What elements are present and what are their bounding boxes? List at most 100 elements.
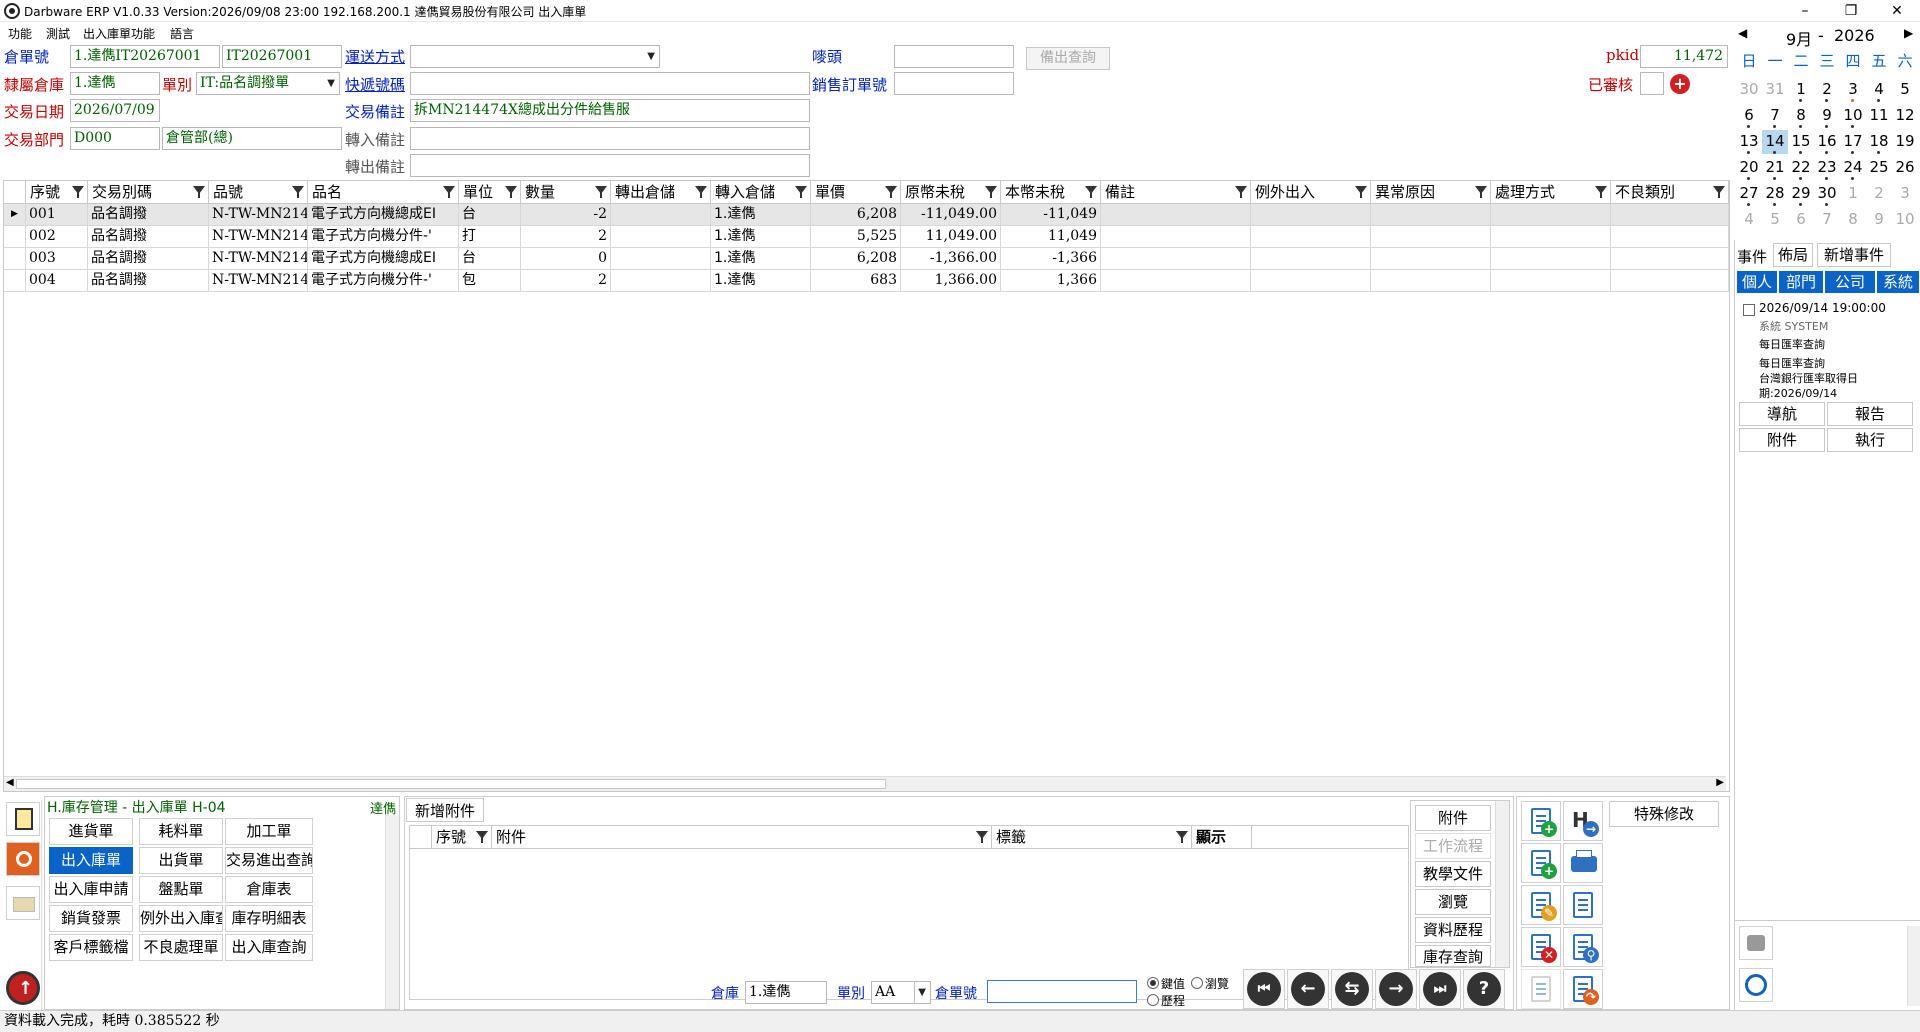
- module-trade-io-query-button[interactable]: 交易進出查詢: [225, 847, 313, 874]
- ship-method-select[interactable]: ▼: [410, 45, 660, 68]
- grid-cell[interactable]: 1,366: [1001, 270, 1101, 292]
- filter-icon[interactable]: [595, 186, 607, 198]
- calendar-day[interactable]: 10: [1840, 104, 1866, 128]
- layout-button[interactable]: 佈局: [1773, 243, 1813, 267]
- grid-cell[interactable]: 1,366.00: [901, 270, 1001, 292]
- new-document-icon[interactable]: +: [1521, 801, 1561, 841]
- scroll-left-icon[interactable]: ◀: [6, 777, 14, 788]
- detail-grid[interactable]: 序號 交易別碼 品號 品名 單位 數量 轉出倉儲 轉入倉儲 單價 原幣未稅 本幣…: [3, 180, 1730, 792]
- navigate-button[interactable]: 導航: [1739, 402, 1825, 426]
- doc-type-select[interactable]: IT:品名調撥單 ▼: [196, 72, 340, 95]
- calendar-day[interactable]: 7: [1814, 208, 1840, 232]
- calendar-day[interactable]: 22: [1788, 156, 1814, 180]
- grid-cell[interactable]: [1251, 248, 1371, 270]
- search-document-icon[interactable]: ⚲: [1563, 927, 1603, 967]
- grid-cell[interactable]: 1.達儁: [711, 270, 811, 292]
- grid-cell[interactable]: 6,208: [811, 204, 901, 226]
- calendar-day[interactable]: 1: [1788, 78, 1814, 102]
- copy-document-icon[interactable]: +: [1521, 843, 1561, 883]
- row-indicator-icon[interactable]: ▶: [4, 204, 26, 226]
- filter-icon[interactable]: [976, 831, 988, 843]
- filter-icon[interactable]: [443, 186, 455, 198]
- filter-icon[interactable]: [1595, 186, 1607, 198]
- stock-query-button[interactable]: 庫存查詢: [1415, 945, 1491, 967]
- col-header-orig-untaxed[interactable]: 原幣未稅: [901, 181, 1001, 204]
- reviewed-checkbox[interactable]: [1640, 72, 1664, 95]
- grid-cell[interactable]: [611, 270, 711, 292]
- next-record-button[interactable]: →: [1375, 969, 1417, 1009]
- scroll-right-icon[interactable]: ▶: [1716, 777, 1724, 788]
- add-attachment-button[interactable]: 新增附件: [406, 798, 484, 822]
- calendar-day[interactable]: 13: [1736, 130, 1762, 154]
- grid-cell[interactable]: [1371, 248, 1491, 270]
- scrollbar-thumb[interactable]: [16, 779, 886, 789]
- slogan-field[interactable]: [894, 45, 1014, 68]
- browse-button[interactable]: 瀏覽: [1415, 889, 1491, 915]
- grid-cell[interactable]: 打: [459, 226, 521, 248]
- calendar-day[interactable]: 2: [1866, 182, 1892, 206]
- special-edit-button[interactable]: 特殊修改: [1609, 801, 1719, 827]
- edit-document-icon[interactable]: ✎: [1521, 885, 1561, 925]
- col-header-unit[interactable]: 單位: [459, 181, 521, 204]
- filter-icon[interactable]: [1176, 831, 1188, 843]
- courier-no-field[interactable]: [410, 72, 810, 95]
- att-col-tag[interactable]: 標籤: [992, 826, 1192, 849]
- calendar-day[interactable]: 24: [1840, 156, 1866, 180]
- radio-history[interactable]: [1147, 994, 1159, 1006]
- calendar-day[interactable]: 31: [1762, 78, 1788, 102]
- filter-personal-tab[interactable]: 個人: [1737, 271, 1777, 293]
- filter-icon[interactable]: [1235, 186, 1247, 198]
- calendar-day[interactable]: 6: [1788, 208, 1814, 232]
- calendar-day[interactable]: 1: [1840, 182, 1866, 206]
- in-note-field[interactable]: [410, 127, 810, 150]
- grid-cell[interactable]: [1491, 226, 1611, 248]
- grid-cell[interactable]: 台: [459, 204, 521, 226]
- grid-cell[interactable]: 電子式方向機分件-': [308, 226, 459, 248]
- module-inventory-count-button[interactable]: 盤點單: [139, 876, 223, 903]
- radio-key[interactable]: [1147, 977, 1159, 989]
- calendar-day[interactable]: 2: [1814, 78, 1840, 102]
- grid-cell[interactable]: [1251, 270, 1371, 292]
- grid-cell[interactable]: 1.達儁: [711, 204, 811, 226]
- help-button[interactable]: ?: [1463, 969, 1505, 1009]
- prev-month-icon[interactable]: ◀: [1738, 26, 1747, 40]
- module-stock-detail-button[interactable]: 庫存明細表: [225, 905, 313, 932]
- notes-icon[interactable]: [6, 802, 40, 836]
- filter-icon[interactable]: [985, 186, 997, 198]
- calendar-day[interactable]: 3: [1892, 182, 1918, 206]
- calendar-month[interactable]: 9月: [1786, 26, 1812, 50]
- grid-cell[interactable]: [1371, 270, 1491, 292]
- calendar-day[interactable]: 26: [1892, 156, 1918, 180]
- grid-cell[interactable]: 電子式方向機總成EI: [308, 248, 459, 270]
- filter-icon[interactable]: [292, 186, 304, 198]
- grid-cell[interactable]: 683: [811, 270, 901, 292]
- col-header-handling[interactable]: 處理方式: [1491, 181, 1611, 204]
- grid-cell[interactable]: -11,049.00: [901, 204, 1001, 226]
- grid-cell[interactable]: [1251, 226, 1371, 248]
- trans-note-field[interactable]: 拆MN214474X總成出分件給售服: [410, 99, 810, 122]
- calendar-day[interactable]: 8: [1788, 104, 1814, 128]
- first-record-button[interactable]: ⏮: [1243, 969, 1285, 1009]
- calendar-day[interactable]: 19: [1892, 130, 1918, 154]
- calendar-day[interactable]: 27: [1736, 182, 1762, 206]
- grid-cell[interactable]: 0: [521, 248, 611, 270]
- grid-cell[interactable]: [1611, 248, 1729, 270]
- grid-cell[interactable]: [1491, 248, 1611, 270]
- grid-cell[interactable]: 1.達儁: [711, 226, 811, 248]
- pencil-disabled-icon[interactable]: [1521, 969, 1561, 1009]
- module-defect-handling-button[interactable]: 不良處理單: [139, 934, 223, 961]
- row-selector[interactable]: [4, 270, 26, 292]
- grid-cell[interactable]: [1251, 204, 1371, 226]
- calendar-day[interactable]: 30: [1814, 182, 1840, 206]
- filter-icon[interactable]: [193, 186, 205, 198]
- grid-cell[interactable]: N-TW-MN2144': [209, 204, 308, 226]
- close-icon[interactable]: ✕: [1874, 0, 1920, 22]
- menu-document-function[interactable]: 出入庫單功能: [83, 25, 155, 42]
- att-col-file[interactable]: 附件: [492, 826, 992, 849]
- col-header-out-storage[interactable]: 轉出倉儲: [611, 181, 711, 204]
- filter-company-tab[interactable]: 公司: [1825, 271, 1875, 293]
- col-header-in-storage[interactable]: 轉入倉儲: [711, 181, 811, 204]
- grid-cell[interactable]: 電子式方向機分件-': [308, 270, 459, 292]
- warehouse-no-field[interactable]: 1.達儁IT20267001: [70, 45, 220, 68]
- warehouse-no-code-field[interactable]: IT20267001: [222, 45, 342, 68]
